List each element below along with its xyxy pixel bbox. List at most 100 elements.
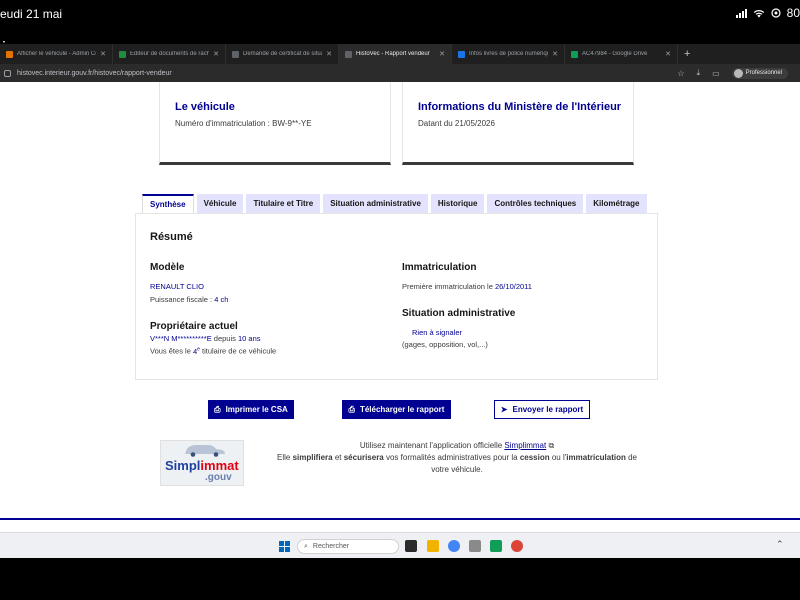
admin-status-heading: Situation administrative [402, 308, 516, 319]
chevron-up-icon[interactable]: ⌃ [776, 539, 784, 550]
tab-favicon-icon [6, 50, 13, 58]
battery-percent: 80 [786, 6, 800, 20]
download-report-button[interactable]: ⎙ Télécharger le rapport [342, 400, 451, 419]
vehicle-card: Le véhicule Numéro d'immatriculation : B… [159, 82, 391, 165]
chrome-icon[interactable] [448, 540, 460, 552]
admin-status: Rien à signaler [412, 328, 463, 337]
tab-favicon-icon [119, 50, 126, 58]
site-info-icon[interactable] [4, 69, 11, 77]
model-name: RENAULT CLIO [150, 282, 204, 291]
close-tab-icon[interactable]: ✕ [439, 50, 445, 58]
browser-tab[interactable]: AC47984 - Google Drive ✕ [565, 44, 678, 64]
promo-line-1: Utilisez maintenant l'application offici… [262, 441, 652, 451]
browser-tab[interactable]: Afficher le véhicule - Admin Co ✕ [0, 44, 113, 64]
screen: eudi 21 mai 80 image.png Afficher le véh… [0, 0, 800, 600]
owner-since-value: 10 ans [238, 334, 261, 343]
owner-rank-suffix: titulaire de ce véhicule [202, 346, 277, 356]
report-tab[interactable]: Historique [430, 194, 485, 213]
fiscal-power: Puissance fiscale : 4 ch [150, 295, 228, 304]
browser-tab-bar: Afficher le véhicule - Admin Co ✕ Éditeur … [0, 44, 800, 64]
browser-tab[interactable]: Infos livres de police numériqu ✕ [452, 44, 565, 64]
promo-line-2: Elle simplifiera et sécurisera vos forma… [276, 453, 638, 462]
print-csa-button[interactable]: ⎙ Imprimer le CSA [208, 400, 294, 419]
tab-favicon-icon [345, 50, 352, 58]
report-tab[interactable]: Véhicule [196, 194, 244, 213]
task-view-icon[interactable] [405, 540, 417, 552]
taskbar-search[interactable]: ⌕ Rechercher [297, 539, 399, 554]
url-field[interactable]: histovec.interieur.gouv.fr/histovec/rapp… [17, 70, 677, 77]
snipping-tool-icon[interactable] [469, 540, 481, 552]
tab-favicon-icon [232, 50, 239, 58]
report-tab[interactable]: Kilométrage [586, 194, 647, 213]
browser-tab[interactable]: Éditeur de documents de rachat ✕ [113, 44, 226, 64]
report-tab[interactable]: Situation administrative [323, 194, 428, 213]
admin-status-details: (gages, opposition, vol,...) [402, 340, 488, 349]
car-icon [185, 445, 225, 457]
close-tab-icon[interactable]: ✕ [100, 50, 106, 58]
model-heading: Modèle [150, 262, 185, 273]
ministry-card: Informations du Ministère de l'Intérieur… [402, 82, 634, 165]
browser-address-bar: histovec.interieur.gouv.fr/histovec/rapp… [0, 64, 800, 82]
simplimmat-link[interactable]: Simplimmat [504, 441, 546, 450]
vehicle-card-title: Le véhicule [175, 101, 235, 113]
tab-label: Demande de certificat de situati [243, 51, 323, 57]
first-registration-label: Première immatriculation le [402, 282, 493, 291]
fiscal-power-value: 4 ch [214, 295, 229, 304]
registration-heading: Immatriculation [402, 262, 477, 273]
tab-label: HistoVec - Rapport vendeur [356, 51, 430, 57]
browser-tab[interactable]: Demande de certificat de situati ✕ [226, 44, 339, 64]
owner-line: V***N M**********E depuis 10 ans [150, 334, 261, 343]
cellular-signal-icon [735, 8, 747, 18]
send-arrow-icon: ➤ [500, 405, 508, 414]
address-bar-actions: ☆ ⤓ ▭ Professionnel [677, 67, 788, 79]
status-date: eudi 21 mai [0, 7, 63, 21]
owner-heading: Propriétaire actuel [150, 321, 238, 332]
owner-rank-number: 4e [192, 346, 200, 356]
chrome-profile-icon[interactable] [511, 540, 523, 552]
taskbar-search-label: Rechercher [312, 543, 350, 550]
tab-label: Infos livres de police numériqu [469, 51, 549, 57]
report-tab[interactable]: Synthèse [142, 194, 194, 213]
focus-mode-icon [771, 8, 781, 18]
windows-taskbar: ⌕ Rechercher ⌃ [0, 532, 800, 558]
owner-since-label: depuis [213, 334, 236, 343]
web-page: Le véhicule Numéro d'immatriculation : B… [0, 82, 800, 532]
report-tabs: Synthèse Véhicule Titulaire et Titre Situat… [142, 194, 647, 213]
promo-line-3: votre véhicule. [431, 465, 483, 474]
summary-heading: Résumé [150, 231, 193, 243]
send-report-button[interactable]: ➤ Envoyer le rapport [494, 400, 590, 419]
browser-tab[interactable]: HistoVec - Rapport vendeur ✕ [339, 44, 452, 64]
first-registration-date: 26/10/2011 [494, 282, 532, 291]
send-report-label: Envoyer le rapport [512, 405, 584, 414]
download-report-label: Télécharger le rapport [359, 405, 445, 414]
download-icon[interactable]: ⤓ [697, 68, 701, 78]
file-explorer-icon[interactable] [427, 540, 439, 552]
owner-name: V***N M**********E [150, 334, 212, 343]
print-csa-label: Imprimer le CSA [225, 405, 288, 414]
windows-start-icon[interactable] [279, 541, 290, 552]
simplimmat-logo[interactable]: Simplimmat .gouv [160, 440, 244, 486]
footer-divider [0, 518, 800, 520]
device-status-bar: eudi 21 mai 80 [0, 0, 800, 26]
registration-number: Numéro d'immatriculation : BW-9**-YE [175, 119, 312, 128]
profile-button[interactable]: Professionnel [731, 67, 788, 79]
fiscal-power-label: Puissance fiscale : [150, 295, 213, 304]
promo-intro: Utilisez maintenant l'application offici… [359, 441, 503, 450]
close-tab-icon[interactable]: ✕ [552, 50, 558, 58]
app-icon[interactable] [490, 540, 502, 552]
tab-label: Éditeur de documents de rachat [130, 51, 210, 57]
extensions-icon[interactable]: ▭ [712, 69, 720, 78]
bookmark-star-icon[interactable]: ☆ [677, 69, 684, 78]
new-tab-button[interactable]: + [678, 48, 696, 60]
avatar [733, 68, 743, 78]
owner-rank-prefix: Vous êtes le [150, 346, 191, 356]
close-tab-icon[interactable]: ✕ [213, 50, 219, 58]
report-tab[interactable]: Titulaire et Titre [246, 194, 321, 213]
tab-favicon-icon [458, 50, 465, 58]
summary-panel: Résumé Modèle RENAULT CLIO Puissance fis… [135, 213, 658, 380]
tab-label: AC47984 - Google Drive [582, 51, 648, 57]
report-tab[interactable]: Contrôles techniques [487, 194, 584, 213]
profile-label: Professionnel [745, 70, 782, 76]
close-tab-icon[interactable]: ✕ [665, 50, 671, 58]
close-tab-icon[interactable]: ✕ [326, 50, 332, 58]
